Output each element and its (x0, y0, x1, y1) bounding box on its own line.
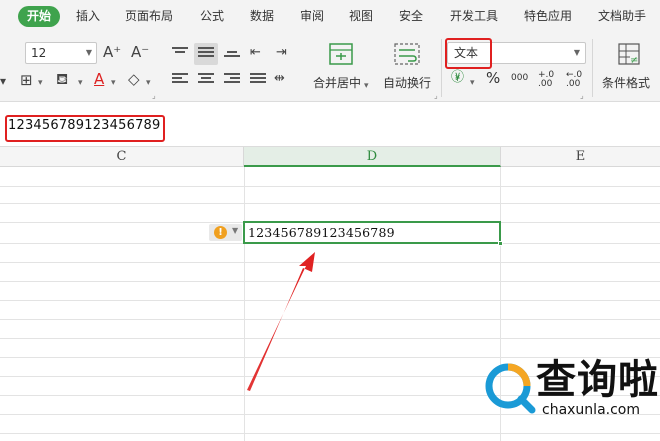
active-cell[interactable]: 123456789123456789 (243, 221, 503, 246)
watermark-url: chaxunla.com (542, 402, 640, 418)
chevron-down-icon: ▼ (232, 226, 239, 235)
chevron-down-icon[interactable]: ▾ (364, 78, 369, 94)
highlight-number-format (445, 38, 492, 69)
align-center-icon[interactable] (198, 73, 214, 87)
chevron-down-icon[interactable]: ▾ (111, 75, 116, 91)
column-header-c[interactable]: C (0, 147, 244, 167)
font-color-button[interactable]: A (94, 71, 104, 87)
justify-icon[interactable] (250, 73, 266, 87)
font-size-value: 12 (31, 46, 47, 60)
tab-formulas[interactable]: 公式 (200, 0, 224, 33)
underline-menu-icon[interactable]: ▾ (0, 73, 6, 89)
tab-data[interactable]: 数据 (250, 0, 274, 33)
tab-view[interactable]: 视图 (349, 0, 373, 33)
column-gridline (244, 167, 245, 441)
watermark: 查询啦 chaxunla.com (482, 356, 660, 428)
highlight-formula-bar (5, 115, 165, 142)
align-top-icon[interactable] (172, 47, 188, 61)
align-right-icon[interactable] (224, 73, 240, 87)
shrink-font-button[interactable]: A⁻ (131, 44, 149, 60)
column-header-d[interactable]: D (244, 147, 501, 167)
align-middle-icon[interactable] (198, 47, 214, 61)
conditional-format-icon[interactable]: ≠ (618, 43, 640, 65)
dialog-launcher-icon[interactable]: ⌟ (580, 91, 584, 100)
tab-page-layout[interactable]: 页面布局 (125, 0, 173, 33)
grow-font-button[interactable]: A⁺ (103, 44, 121, 60)
tab-developer[interactable]: 开发工具 (450, 0, 498, 33)
distributed-align-icon[interactable]: ⇹ (274, 71, 285, 87)
tab-security[interactable]: 安全 (399, 0, 423, 33)
border-icon[interactable]: ⊞ (20, 72, 33, 88)
increase-decimal-button[interactable]: +.0 .00 (538, 71, 556, 89)
row-gridline (0, 319, 660, 320)
chevron-down-icon[interactable]: ▾ (78, 75, 83, 91)
watermark-title: 查询啦 (536, 357, 659, 403)
cell-d-value: 123456789123456789 (248, 225, 395, 240)
currency-symbol: ¥ (455, 74, 461, 83)
decrease-decimal-button[interactable]: ←.0 .00 (566, 71, 584, 89)
conditional-format-button[interactable]: 条件格式 (602, 74, 650, 91)
wrap-text-icon[interactable] (394, 43, 420, 65)
column-headers: C D E (0, 147, 660, 167)
warning-icon: ! (214, 226, 227, 239)
row-gridline (0, 433, 660, 434)
percent-button[interactable]: % (486, 71, 500, 86)
row-gridline (0, 300, 660, 301)
error-smart-tag[interactable]: ! ▼ (209, 224, 242, 241)
merge-center-icon[interactable] (329, 43, 353, 65)
search-icon (485, 363, 536, 414)
eraser-icon[interactable]: ◇ (128, 71, 140, 87)
wrap-text-button[interactable]: 自动换行 (383, 74, 431, 91)
chevron-down-icon[interactable]: ▾ (146, 75, 151, 91)
tab-insert[interactable]: 插入 (76, 0, 100, 33)
tab-doc-assistant[interactable]: 文档助手 (598, 0, 646, 33)
chevron-down-icon: ▼ (573, 48, 580, 57)
thousands-separator-button[interactable]: 000 (511, 71, 528, 85)
row-gridline (0, 338, 660, 339)
tab-review[interactable]: 审阅 (300, 0, 324, 33)
align-bottom-icon[interactable] (224, 51, 240, 65)
row-gridline (0, 186, 660, 187)
svg-text:≠: ≠ (630, 55, 638, 65)
decrease-indent-icon[interactable]: ⇤ (250, 45, 261, 61)
dialog-launcher-icon[interactable]: ⌟ (152, 91, 156, 100)
font-size-select[interactable]: 12 ▼ (25, 42, 97, 64)
column-header-e[interactable]: E (501, 147, 660, 167)
row-gridline (0, 281, 660, 282)
menu-bar: 开始 插入 页面布局 公式 数据 审阅 视图 安全 开发工具 特色应用 文档助手 (0, 0, 660, 33)
ribbon: 12 ▼ A⁺ A⁻ ▾ ⊞ ▾ ⛾ ▾ A ▾ ◇ ▾ ⌟ ⇤ ⇥ ⇹ 合并居… (0, 33, 660, 102)
fill-color-icon[interactable]: ⛾ (56, 71, 68, 87)
row-gridline (0, 262, 660, 263)
tab-start[interactable]: 开始 (18, 6, 61, 27)
merge-center-button[interactable]: 合并居中 (313, 74, 361, 91)
tab-special-apps[interactable]: 特色应用 (524, 0, 572, 33)
chevron-down-icon: ▼ (85, 48, 92, 57)
fill-handle[interactable] (498, 241, 503, 246)
increase-indent-icon[interactable]: ⇥ (276, 45, 287, 61)
dialog-launcher-icon[interactable]: ⌟ (434, 91, 438, 100)
chevron-down-icon[interactable]: ▾ (38, 75, 43, 91)
group-separator (441, 39, 442, 97)
group-separator (592, 39, 593, 97)
align-left-icon[interactable] (172, 73, 188, 87)
row-gridline (0, 203, 660, 204)
chevron-down-icon[interactable]: ▾ (470, 75, 475, 91)
